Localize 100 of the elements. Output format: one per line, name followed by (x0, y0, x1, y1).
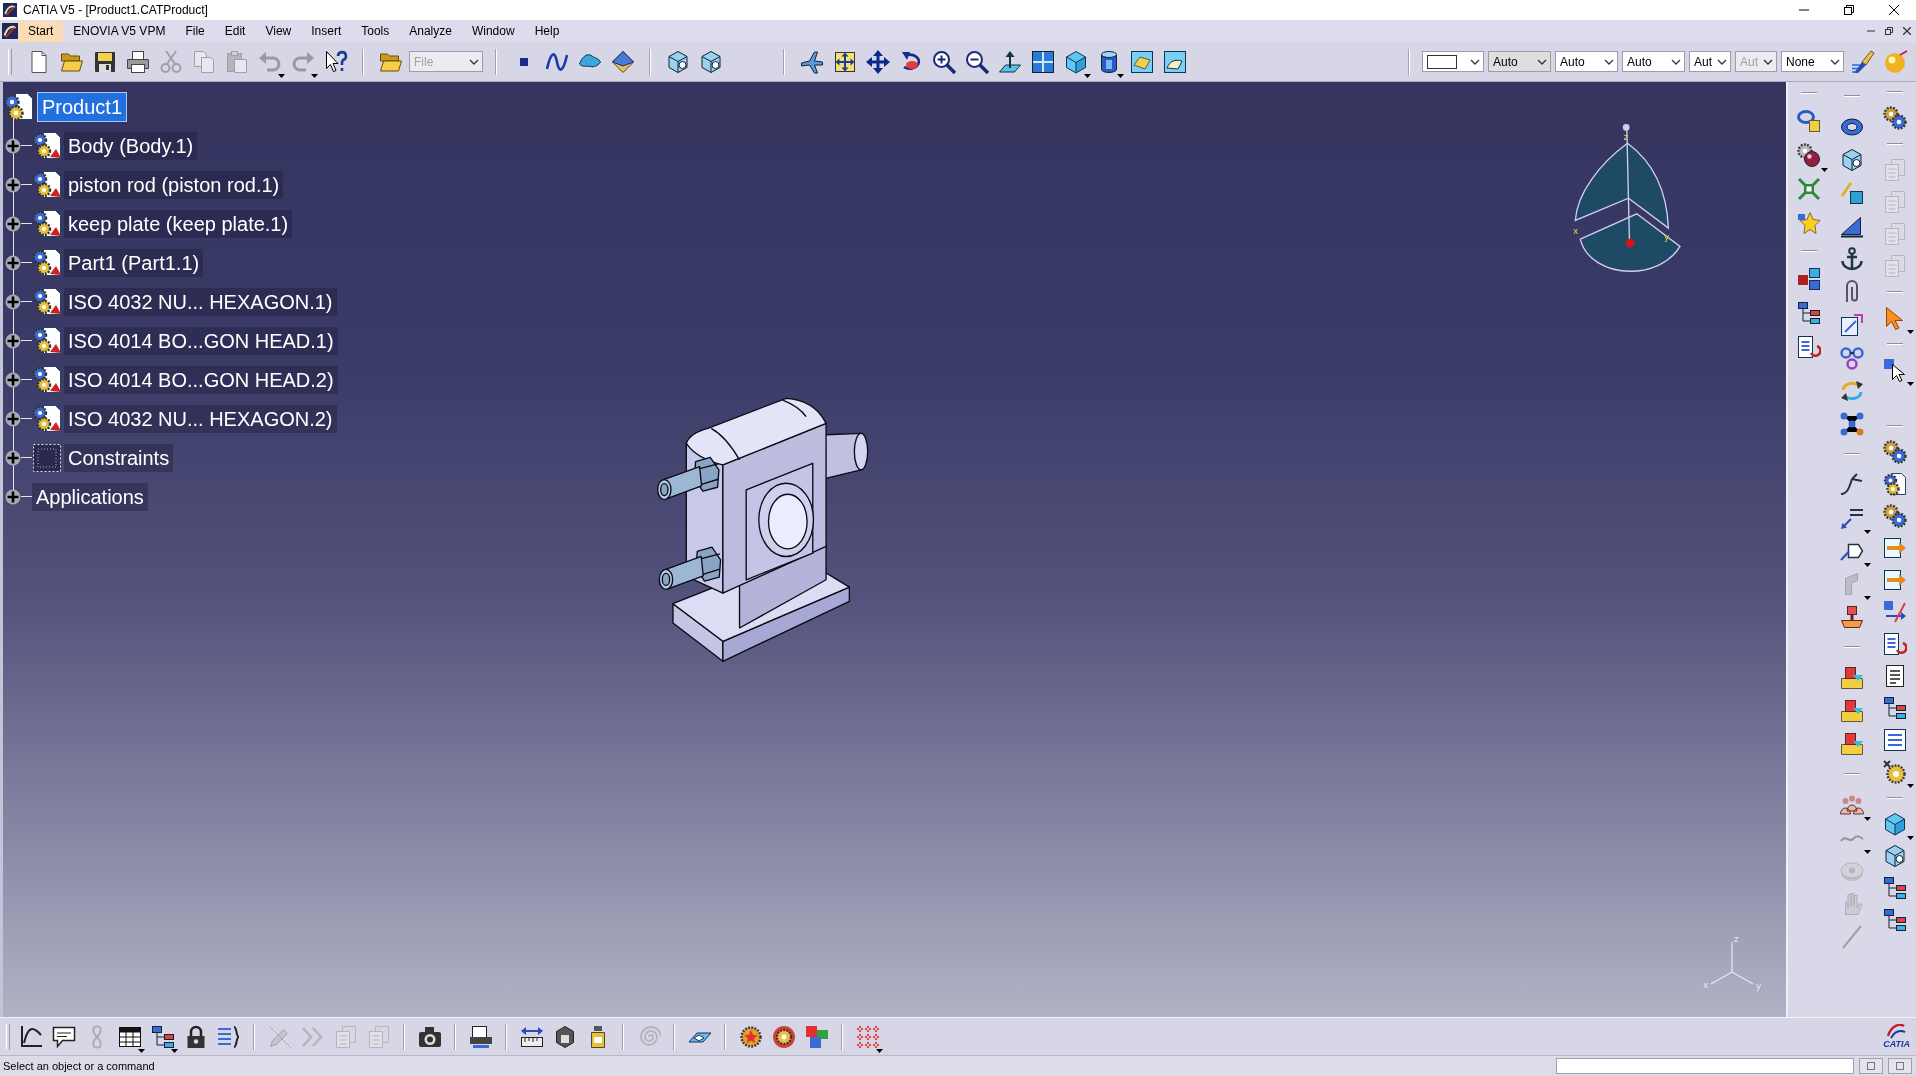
caret-icon[interactable] (1864, 530, 1871, 534)
dropdown-field[interactable]: Auto (1488, 51, 1551, 72)
cubes-icon[interactable] (804, 1024, 829, 1049)
sphere-gear-icon[interactable] (771, 1024, 796, 1049)
gears-icon[interactable] (1882, 504, 1907, 528)
caret-icon[interactable] (1084, 73, 1091, 78)
gears-icon[interactable] (1882, 440, 1907, 464)
scanner-icon[interactable] (468, 1024, 493, 1049)
menu-item[interactable]: Help (524, 20, 570, 42)
plus-icon[interactable] (5, 332, 21, 349)
menu-item[interactable]: Start (18, 20, 64, 42)
gear-document-icon[interactable] (32, 403, 62, 434)
caret-icon[interactable] (1117, 73, 1124, 78)
sync-icon[interactable] (1840, 378, 1864, 403)
gear-document-icon[interactable] (32, 169, 62, 200)
dots-grid-icon[interactable] (855, 1024, 880, 1049)
caret-icon[interactable] (1864, 563, 1871, 567)
stamp-icon[interactable] (1840, 604, 1864, 629)
tray-icon[interactable] (1840, 731, 1864, 756)
caret-icon[interactable] (1906, 784, 1914, 788)
gear-document-icon[interactable] (4, 91, 34, 122)
menu-item[interactable]: Tools (351, 20, 400, 42)
tree-item[interactable]: ISO 4032 NU... HEXAGON.1) (64, 287, 337, 316)
airplane-icon[interactable] (799, 49, 824, 74)
dropdown-field[interactable]: Auto (1622, 51, 1685, 72)
gear-document-icon[interactable] (32, 286, 62, 317)
ruler-icon[interactable] (519, 1024, 544, 1049)
tree-icon[interactable] (1882, 696, 1907, 720)
caret-icon[interactable] (1906, 382, 1914, 386)
window-icon[interactable] (1888, 1058, 1912, 1074)
app-icon[interactable] (2, 23, 18, 39)
cross-arrows-icon[interactable] (1797, 177, 1822, 201)
menu-item[interactable]: Window (461, 20, 525, 42)
caret-icon[interactable] (171, 1048, 178, 1053)
brush-icon[interactable] (1850, 49, 1875, 74)
gear-document-icon[interactable] (32, 364, 62, 395)
list-arrow-icon[interactable] (1797, 335, 1822, 359)
network-icon[interactable] (1840, 411, 1864, 436)
chevron-icon[interactable] (1604, 58, 1614, 65)
tile-curve-icon[interactable] (1162, 49, 1187, 74)
gear-x-icon[interactable] (1882, 760, 1907, 784)
menu-item[interactable]: ENOVIA V5 VPM (63, 20, 176, 42)
plus-icon[interactable] (5, 410, 21, 427)
box-icon[interactable] (1840, 147, 1864, 172)
chevron-icon[interactable] (1830, 58, 1840, 65)
gear-document-icon[interactable] (32, 130, 62, 161)
plus-icon[interactable] (5, 137, 21, 154)
printer-icon[interactable] (125, 49, 150, 74)
caret-icon[interactable] (1864, 817, 1871, 821)
camera-icon[interactable] (417, 1024, 442, 1049)
anchor-icon[interactable] (1840, 246, 1864, 271)
sphere-icon[interactable] (1883, 49, 1908, 74)
plus-icon[interactable] (5, 371, 21, 388)
list-icon[interactable] (1882, 728, 1907, 752)
function-graph-icon[interactable] (18, 1024, 43, 1049)
tree-item[interactable]: Body (Body.1) (64, 131, 198, 160)
tree-icon[interactable] (150, 1024, 175, 1049)
menu-item[interactable]: Edit (214, 20, 256, 42)
tree-item[interactable]: piston rod (piston rod.1) (64, 170, 284, 199)
frame-arrows-icon[interactable] (832, 49, 857, 74)
pointer-cube-icon[interactable] (1882, 358, 1907, 382)
tray-icon[interactable] (1840, 665, 1864, 690)
tree-item[interactable]: ISO 4032 NU... HEXAGON.2) (64, 404, 337, 433)
doc-arrow-icon[interactable] (1882, 536, 1907, 560)
chevron-icon[interactable] (1717, 58, 1727, 65)
gear-doc-icon[interactable] (1882, 472, 1907, 496)
tree-item[interactable]: ISO 4014 BO...GON HEAD.2) (64, 365, 338, 394)
speech-icon[interactable] (51, 1024, 76, 1049)
tray-icon[interactable] (1840, 698, 1864, 723)
box-icon[interactable] (665, 49, 690, 74)
menu-item[interactable]: Insert (301, 20, 352, 42)
tree-icon[interactable] (1797, 301, 1822, 325)
dotted-square-icon[interactable] (32, 442, 62, 473)
plus-icon[interactable] (5, 293, 21, 310)
tree-item[interactable]: Product1 (38, 92, 127, 121)
ring-cube-icon[interactable] (1797, 109, 1822, 133)
plus-icon[interactable] (5, 254, 21, 271)
table-icon[interactable] (117, 1024, 142, 1049)
restore-icon[interactable] (1843, 5, 1854, 15)
swap-arrows-icon[interactable] (1882, 600, 1907, 624)
star-icon[interactable] (1797, 211, 1822, 235)
restore-icon[interactable] (1885, 27, 1893, 35)
chain-icon[interactable] (1840, 345, 1864, 370)
help-icon[interactable] (323, 49, 348, 74)
close-icon[interactable] (1903, 27, 1911, 35)
cube-icon[interactable] (1882, 812, 1907, 836)
compass-widget[interactable] (1574, 124, 1681, 272)
tree-item[interactable]: keep plate (keep plate.1) (64, 209, 293, 238)
caret-icon[interactable] (138, 1048, 145, 1053)
caret-icon[interactable] (1906, 330, 1914, 334)
gears-icon[interactable] (1882, 106, 1907, 130)
move-arrows-icon[interactable] (865, 49, 890, 74)
tree-item[interactable]: ISO 4014 BO...GON HEAD.1) (64, 326, 338, 355)
plane-arrow-icon[interactable] (997, 49, 1022, 74)
tree-item[interactable]: Part1 (Part1.1) (64, 248, 204, 277)
cube-icon[interactable] (1063, 49, 1088, 74)
brace-list-icon[interactable] (216, 1024, 241, 1049)
caret-icon[interactable] (1906, 836, 1914, 840)
plus-icon[interactable] (5, 176, 21, 193)
chevron-icon[interactable] (1470, 58, 1480, 65)
